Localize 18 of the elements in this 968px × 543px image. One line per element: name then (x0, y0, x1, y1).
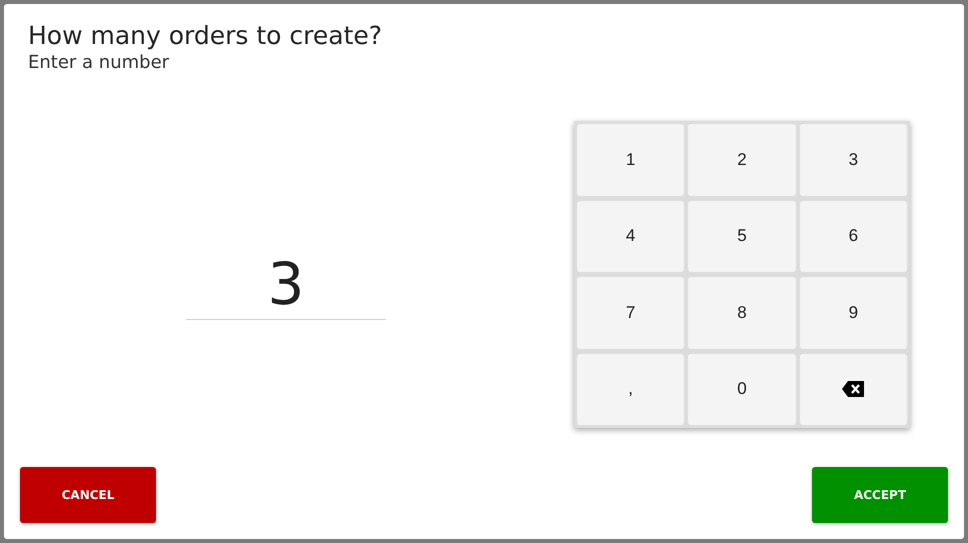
keypad-key[interactable]: 6 (800, 200, 907, 272)
dialog-subtitle: Enter a number (28, 52, 170, 74)
keypad-key[interactable]: 5 (688, 200, 796, 272)
keypad-key[interactable]: 0 (688, 354, 796, 425)
dialog-title: How many orders to create? (28, 20, 382, 52)
keypad-key[interactable]: 2 (688, 124, 796, 196)
keypad-key[interactable]: 4 (577, 200, 684, 272)
backspace-key[interactable] (800, 354, 907, 425)
keypad-key[interactable]: 3 (800, 124, 907, 196)
accept-button[interactable]: ACCEPT (812, 467, 948, 523)
backspace-icon (842, 381, 864, 398)
cancel-button[interactable]: CANCEL (20, 467, 156, 523)
keypad-key[interactable]: , (577, 354, 684, 425)
number-field[interactable]: 3 (186, 248, 386, 320)
keypad-key[interactable]: 9 (800, 277, 907, 348)
keypad-key[interactable]: 7 (577, 277, 684, 348)
keypad-key[interactable]: 1 (577, 124, 684, 196)
keypad-key[interactable]: 8 (688, 277, 796, 348)
